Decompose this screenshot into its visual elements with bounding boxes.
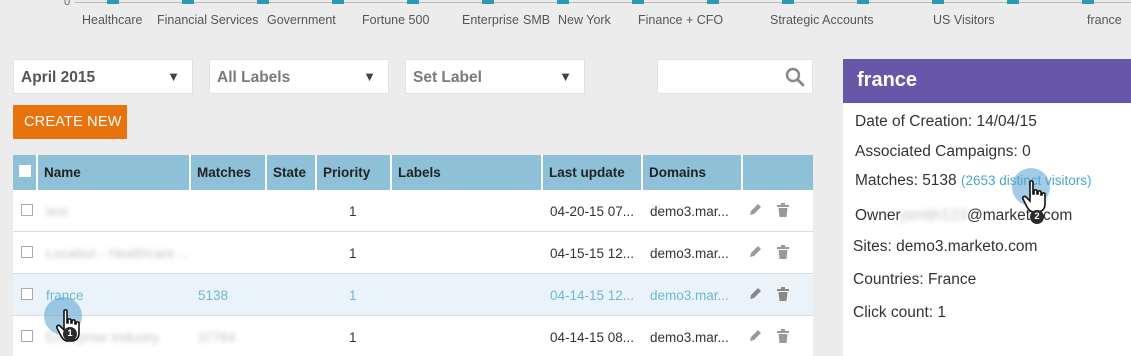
- panel-title: france: [843, 59, 1131, 103]
- table-row-selected[interactable]: france 5138 1 04-14-15 12... demo3.mar..…: [13, 274, 813, 316]
- caret-down-icon: ▼: [167, 69, 180, 84]
- column-header-labels[interactable]: Labels: [392, 155, 543, 190]
- row-domains: demo3.mar...: [650, 246, 729, 261]
- row-priority: 1: [349, 330, 357, 345]
- row-matches: 5138: [198, 288, 229, 303]
- column-header-state[interactable]: State: [267, 155, 317, 190]
- chart-bar: [782, 0, 794, 4]
- chart-bar: [557, 0, 569, 4]
- owner-domain: @marketo.com: [967, 207, 1073, 224]
- table-header: Name Matches State Priority Labels Last …: [13, 155, 813, 190]
- chart-bar: [332, 0, 344, 4]
- category-label: Strategic Accounts: [770, 13, 874, 27]
- category-label: Financial Services: [157, 13, 259, 27]
- step-badge-1: 1: [63, 327, 77, 341]
- sites-line: Sites: demo3.marketo.com: [853, 238, 1038, 255]
- row-domains: demo3.mar...: [650, 330, 729, 345]
- chart-bar: [857, 0, 869, 4]
- trash-icon[interactable]: [775, 244, 791, 260]
- matches-count: Matches: 5138: [855, 172, 957, 189]
- chart-bar: [932, 0, 944, 4]
- table-row[interactable]: Location - Healthcare ... 1 04-15-15 12.…: [13, 232, 813, 274]
- month-select-value: April 2015: [21, 69, 96, 86]
- category-label: Healthcare: [82, 13, 143, 27]
- category-label: Finance + CFO: [638, 13, 724, 27]
- select-all-column: [13, 155, 38, 190]
- row-checkbox[interactable]: [21, 288, 33, 300]
- row-domains: demo3.mar...: [650, 288, 729, 303]
- matches-line: Matches: 5138 (2653 distinct visitors): [855, 172, 1092, 190]
- table-row[interactable]: Enterprise Industry 37764 1 04-14-15 08.…: [13, 316, 813, 356]
- date-of-creation: Date of Creation: 14/04/15: [855, 113, 1037, 130]
- row-matches: 37764: [198, 330, 236, 345]
- step-badge-2: 2: [1030, 210, 1044, 224]
- associated-campaigns: Associated Campaigns: 0: [855, 143, 1031, 160]
- category-label: Enterprise: [462, 13, 519, 27]
- chart-bar: [707, 0, 719, 4]
- owner-label: Owner: [855, 207, 901, 224]
- row-priority: 1: [349, 288, 357, 303]
- trash-icon[interactable]: [775, 328, 791, 344]
- hand-cursor-icon: [1022, 180, 1046, 213]
- owner-name-redacted: jsmith123: [900, 207, 967, 224]
- click-count-line: Click count: 1: [853, 304, 947, 321]
- chart-bar: [257, 0, 269, 4]
- segment-details-panel: france Date of Creation: 14/04/15 Associ…: [843, 59, 1131, 356]
- chart-bar: [482, 0, 494, 4]
- chart-bar: [107, 0, 119, 4]
- pencil-icon[interactable]: [747, 202, 763, 218]
- create-new-button[interactable]: CREATE NEW: [13, 105, 127, 139]
- chart-axis-strip: 0 Healthcare Financial Services Government…: [0, 0, 1131, 34]
- column-header-priority[interactable]: Priority: [317, 155, 392, 190]
- axis-zero-label: 0: [64, 0, 71, 8]
- category-label: Fortune 500: [362, 13, 430, 27]
- row-name[interactable]: test: [46, 204, 68, 219]
- month-select[interactable]: April 2015 ▼: [13, 59, 193, 94]
- labels-select[interactable]: All Labels ▼: [209, 59, 389, 94]
- set-label-select-value: Set Label: [413, 69, 482, 86]
- row-last-update: 04-14-15 12...: [550, 288, 635, 303]
- row-last-update: 04-15-15 12...: [550, 246, 635, 261]
- column-header-actions: [743, 155, 813, 190]
- labels-select-value: All Labels: [217, 69, 291, 86]
- row-checkbox[interactable]: [21, 330, 33, 342]
- category-label: New York: [558, 13, 611, 27]
- category-label: france: [1087, 13, 1122, 27]
- chart-bar: [407, 0, 419, 4]
- chart-bar: [632, 0, 644, 4]
- row-priority: 1: [349, 204, 357, 219]
- select-all-checkbox[interactable]: [19, 165, 31, 177]
- column-header-last-update[interactable]: Last update: [543, 155, 643, 190]
- row-checkbox[interactable]: [21, 204, 33, 216]
- countries-line: Countries: France: [853, 271, 977, 288]
- search-input[interactable]: [657, 59, 813, 94]
- column-header-matches[interactable]: Matches: [191, 155, 267, 190]
- row-last-update: 04-20-15 07...: [550, 204, 635, 219]
- chart-bar: [1082, 0, 1094, 4]
- trash-icon[interactable]: [775, 286, 791, 302]
- category-label: Government: [267, 13, 336, 27]
- category-label: US Visitors: [933, 13, 995, 27]
- row-priority: 1: [349, 246, 357, 261]
- trash-icon[interactable]: [775, 202, 791, 218]
- column-header-name[interactable]: Name: [38, 155, 191, 190]
- chart-bar: [1007, 0, 1019, 4]
- axis-line: [75, 2, 1131, 3]
- caret-down-icon: ▼: [363, 69, 376, 84]
- pencil-icon[interactable]: [747, 328, 763, 344]
- caret-down-icon: ▼: [559, 69, 572, 84]
- pencil-icon[interactable]: [747, 244, 763, 260]
- segments-table: Name Matches State Priority Labels Last …: [13, 155, 813, 356]
- row-name[interactable]: Location - Healthcare ...: [46, 246, 189, 261]
- row-checkbox[interactable]: [21, 246, 33, 258]
- column-header-domains[interactable]: Domains: [643, 155, 743, 190]
- pencil-icon[interactable]: [747, 286, 763, 302]
- set-label-select[interactable]: Set Label ▼: [405, 59, 585, 94]
- row-domains: demo3.mar...: [650, 204, 729, 219]
- search-icon[interactable]: [785, 67, 805, 87]
- category-label: SMB: [523, 13, 551, 27]
- row-last-update: 04-14-15 08...: [550, 330, 635, 345]
- chart-bar: [182, 0, 194, 4]
- table-row[interactable]: test 1 04-20-15 07... demo3.mar...: [13, 190, 813, 232]
